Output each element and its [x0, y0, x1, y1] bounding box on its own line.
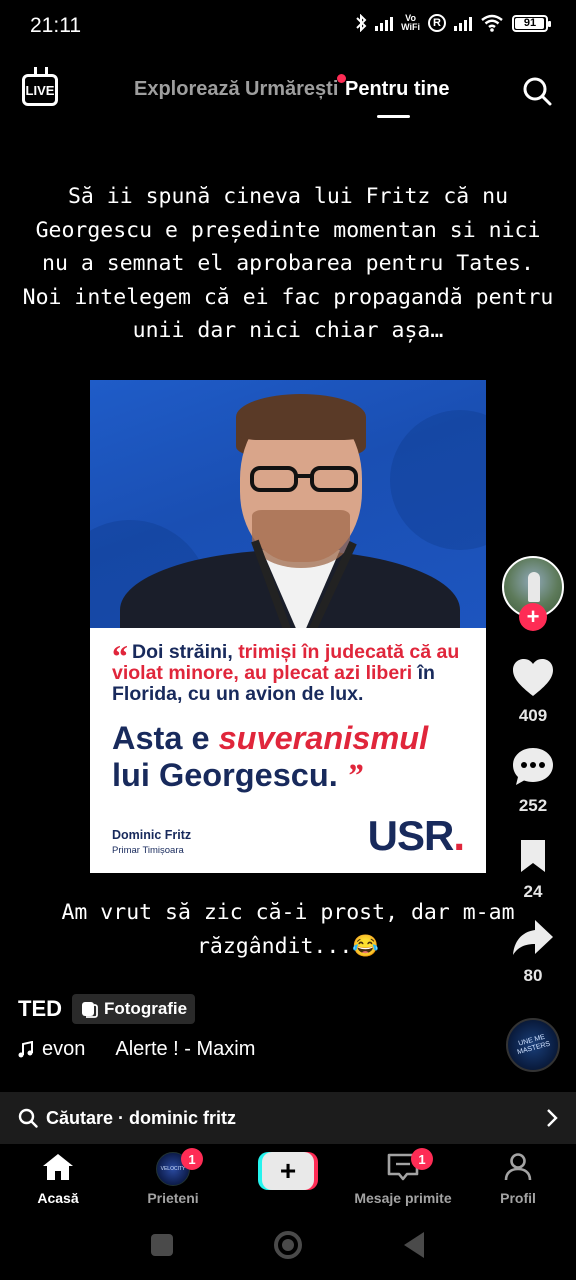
image-quote: “Doi străini, trimiși în judecată că au …	[112, 638, 460, 705]
heart-icon	[513, 659, 553, 696]
tab-following[interactable]: Urmărești	[245, 74, 347, 101]
comment-count: 252	[518, 796, 548, 815]
post-caption: Să ii spună cineva lui Fritz că nu Georg…	[22, 184, 554, 343]
bottom-nav: Acasă VELOCITY 1 Prieteni + 1 Mesaje pri…	[0, 1144, 576, 1214]
sound-row[interactable]: evon Alerte ! - Maxim	[18, 1038, 255, 1061]
nav-home[interactable]: Acasă	[8, 1152, 108, 1206]
author-row: TED Fotografie	[18, 994, 196, 1024]
sound-title: Alerte ! - Maxim	[115, 1038, 256, 1060]
signature-name: Dominic Fritz	[112, 828, 192, 842]
vowifi-icon: Vo WiFi	[401, 13, 420, 32]
search-icon[interactable]	[522, 76, 552, 106]
nav-profile[interactable]: Profil	[468, 1152, 568, 1206]
comment-button[interactable]: 252	[498, 746, 568, 816]
post-caption-bottom: Am vrut să zic că-i prost, dar m-am răzg…	[61, 900, 515, 959]
signal-icon	[375, 15, 394, 31]
back-icon[interactable]	[404, 1232, 424, 1258]
search-suggestion-bar[interactable]: Căutare · dominic fritz	[0, 1092, 576, 1144]
nav-friends[interactable]: VELOCITY 1 Prieteni	[123, 1148, 223, 1206]
tab-for-you[interactable]: Pentru tine	[345, 78, 449, 101]
inbox-badge: 1	[411, 1148, 433, 1170]
photo-mode-tag: Fotografie	[72, 994, 196, 1024]
author-name[interactable]: TED	[18, 996, 62, 1022]
save-button[interactable]: 24	[498, 838, 568, 902]
create-button[interactable]: +	[258, 1152, 318, 1190]
system-nav-bar	[0, 1214, 576, 1280]
status-icons: Vo WiFi R 91	[355, 13, 551, 32]
signature-role: Primar Timișoara	[112, 845, 184, 856]
active-tab-indicator	[377, 115, 410, 118]
search-suggestion-text: Căutare · dominic fritz	[46, 1107, 237, 1128]
like-button[interactable]: 409	[498, 658, 568, 726]
feed-tabs: Explorează Urmărești Pentru tine	[0, 74, 576, 108]
nav-inbox[interactable]: 1 Mesaje primite	[353, 1148, 453, 1206]
search-small-icon	[18, 1108, 38, 1128]
wifi-icon	[481, 14, 503, 32]
sound-disc[interactable]: UNE ME MASTERS	[506, 1018, 560, 1072]
signal-2-icon	[454, 15, 472, 31]
friends-badge: 1	[181, 1148, 203, 1170]
photo-stack-icon	[82, 1002, 98, 1018]
share-count: 80	[523, 966, 543, 985]
home-system-icon[interactable]	[274, 1231, 302, 1259]
profile-icon	[504, 1153, 532, 1181]
like-count: 409	[518, 706, 548, 725]
recents-icon[interactable]	[151, 1234, 173, 1256]
status-time: 21:11	[30, 14, 81, 37]
comment-icon	[513, 748, 553, 785]
roaming-icon: R	[428, 14, 446, 32]
post-image[interactable]: “Doi străini, trimiși în judecată că au …	[90, 380, 486, 873]
speaker-photo	[90, 380, 486, 628]
live-antenna-icon	[34, 67, 48, 77]
music-note-icon	[18, 1040, 33, 1057]
image-slogan: Asta e suveranismul lui Georgescu. ”	[112, 720, 429, 794]
follow-button[interactable]: +	[519, 603, 547, 631]
tab-explore[interactable]: Explorează	[134, 78, 240, 101]
sound-user: evon	[42, 1038, 86, 1060]
usr-logo: USR.	[367, 812, 465, 859]
battery-icon: 91	[512, 14, 551, 32]
plus-icon: +	[262, 1152, 314, 1190]
chevron-right-icon	[547, 1109, 558, 1127]
bookmark-icon	[521, 840, 545, 872]
home-icon	[43, 1154, 73, 1180]
status-bar: 21:11 Vo WiFi R 91	[0, 0, 576, 54]
bluetooth-icon	[356, 14, 367, 32]
